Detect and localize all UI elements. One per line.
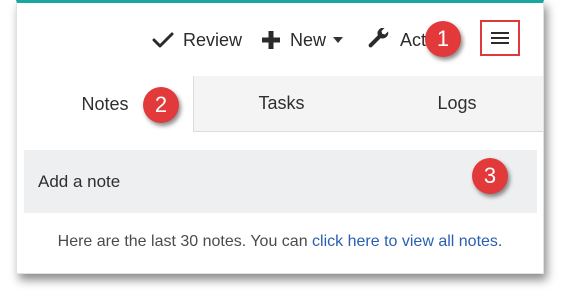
tab-logs-label: Logs <box>437 93 477 113</box>
new-dropdown-caret-icon <box>333 37 344 43</box>
view-all-notes-link[interactable]: click here to view all notes <box>312 233 498 250</box>
notes-panel: Review New Act Notes Tasks Logs Add a no… <box>16 0 544 274</box>
tab-logs[interactable]: Logs <box>369 76 543 131</box>
notes-footer-text: Here are the last 30 notes. You can <box>57 233 313 250</box>
wrench-icon <box>368 28 389 48</box>
new-button[interactable]: New <box>261 25 344 55</box>
check-icon <box>152 32 174 48</box>
tab-tasks[interactable]: Tasks <box>194 76 369 131</box>
callout-badge-3: 3 <box>472 158 508 194</box>
notes-footer: Here are the last 30 notes. You can clic… <box>17 233 543 251</box>
new-label: New <box>290 29 327 50</box>
plus-icon <box>262 31 280 49</box>
tab-notes-label: Notes <box>81 93 129 114</box>
review-button[interactable]: Review <box>152 25 242 55</box>
toolbar: Review New Act <box>17 3 543 77</box>
review-label: Review <box>183 29 243 50</box>
notes-footer-end: . <box>497 233 503 250</box>
tab-tasks-label: Tasks <box>258 93 305 113</box>
add-note-placeholder: Add a note <box>38 171 121 191</box>
add-note-input[interactable]: Add a note <box>24 150 537 213</box>
callout-badge-1: 1 <box>425 21 461 57</box>
callout-badge-2: 2 <box>143 87 179 123</box>
hamburger-menu-button[interactable] <box>480 20 520 56</box>
stage: Review New Act Notes Tasks Logs Add a no… <box>0 0 563 308</box>
actions-label: Act <box>400 29 427 50</box>
hamburger-icon <box>491 32 509 44</box>
tab-bar: Notes Tasks Logs <box>17 76 543 132</box>
